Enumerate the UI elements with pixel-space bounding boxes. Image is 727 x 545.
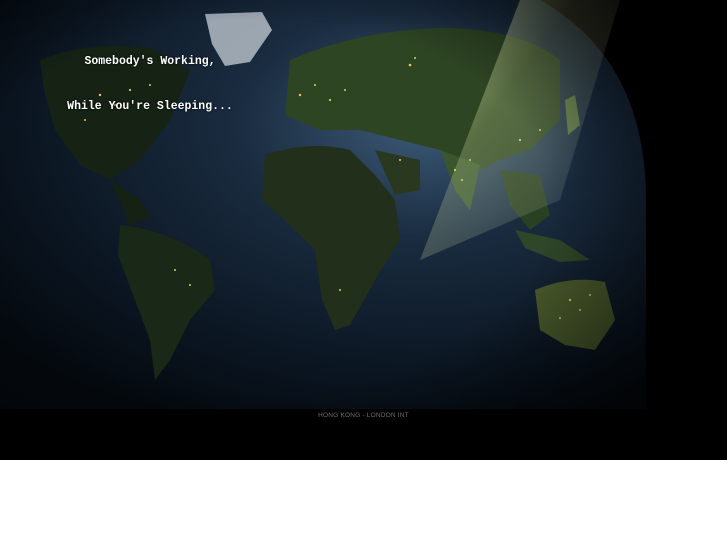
tagline-line-1: Somebody's Working, xyxy=(84,55,216,68)
page: Somebody's Working, While You're Sleepin… xyxy=(0,0,727,545)
tagline: Somebody's Working, While You're Sleepin… xyxy=(50,24,250,144)
tagline-line-2: While You're Sleeping... xyxy=(67,100,233,113)
footer-enter-link[interactable]: HONG KONG - LONDON INT xyxy=(0,412,727,419)
banner: Somebody's Working, While You're Sleepin… xyxy=(0,0,727,460)
